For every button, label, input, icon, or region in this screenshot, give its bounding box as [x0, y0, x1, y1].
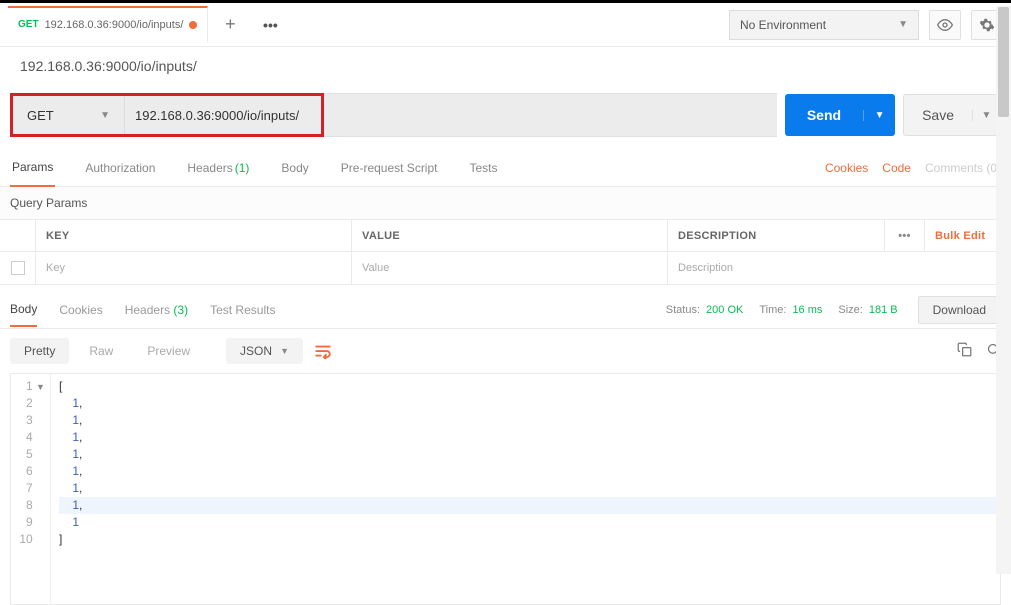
line-number-gutter: 1 ▼2 3 4 5 6 7 8 9 10 [11, 374, 51, 604]
table-input-row: Key Value Description [0, 252, 1011, 284]
eye-icon [937, 17, 953, 33]
environment-quicklook-button[interactable] [929, 10, 961, 40]
tab-title: 192.168.0.36:9000/io/inputs/ [45, 19, 184, 31]
format-select[interactable]: JSON ▼ [226, 338, 303, 364]
resp-tab-headers-label: Headers [125, 303, 170, 317]
tab-method: GET [18, 19, 39, 30]
view-preview[interactable]: Preview [133, 338, 204, 364]
table-header-row: KEY VALUE DESCRIPTION ••• Bulk Edit [0, 220, 1011, 252]
url-input-extension[interactable] [324, 93, 777, 137]
col-checkbox [0, 220, 36, 251]
query-params-heading: Query Params [0, 187, 1011, 219]
status-label: Status: [666, 304, 700, 316]
size-value: 181 B [869, 304, 898, 316]
input-value[interactable]: Value [352, 252, 668, 284]
tab-params[interactable]: Params [10, 150, 55, 187]
unsaved-dot-icon [189, 21, 197, 29]
resp-tab-body[interactable]: Body [10, 302, 37, 327]
vertical-scrollbar[interactable] [996, 6, 1011, 574]
col-key: KEY [36, 220, 352, 251]
download-button[interactable]: Download [918, 296, 1001, 324]
resp-tab-cookies[interactable]: Cookies [59, 303, 102, 317]
tab-options-button[interactable]: ••• [252, 17, 288, 33]
col-description: DESCRIPTION [668, 220, 885, 251]
response-body-code[interactable]: 1 ▼2 3 4 5 6 7 8 9 10 [ 1, 1, 1, 1, 1, 1… [10, 373, 1001, 605]
wrap-icon [314, 343, 332, 359]
time-label: Time: [759, 304, 786, 316]
size-label: Size: [838, 304, 862, 316]
tab-body[interactable]: Body [279, 149, 310, 186]
copy-button[interactable] [957, 342, 972, 360]
col-more-button[interactable]: ••• [885, 220, 925, 251]
tab-headers[interactable]: Headers (1) [185, 149, 251, 186]
chevron-down-icon: ▼ [898, 19, 908, 30]
tab-authorization[interactable]: Authorization [83, 149, 157, 186]
environment-select[interactable]: No Environment ▼ [729, 10, 919, 40]
tab-tests[interactable]: Tests [467, 149, 499, 186]
url-highlight: 192.168.0.36:9000/io/inputs/ [125, 96, 321, 134]
query-params-table: KEY VALUE DESCRIPTION ••• Bulk Edit Key … [0, 219, 1011, 285]
time-value: 16 ms [792, 304, 822, 316]
resp-tab-headers[interactable]: Headers (3) [125, 303, 188, 317]
gear-icon [979, 17, 995, 33]
method-label: GET [27, 108, 54, 123]
input-description[interactable]: Description [668, 252, 1011, 284]
request-title: 192.168.0.36:9000/io/inputs/ [0, 47, 1011, 85]
view-raw[interactable]: Raw [75, 338, 127, 364]
send-label: Send [785, 107, 863, 123]
save-button[interactable]: Save ▼ [903, 94, 1001, 136]
environment-label: No Environment [740, 18, 826, 32]
input-key[interactable]: Key [36, 252, 352, 284]
tab-headers-label: Headers [187, 161, 232, 175]
chevron-down-icon: ▼ [100, 110, 110, 121]
tab-prerequest[interactable]: Pre-request Script [339, 149, 440, 186]
row-checkbox[interactable] [0, 252, 36, 284]
resp-tab-headers-count: (3) [173, 303, 188, 317]
wrap-lines-button[interactable] [309, 343, 337, 359]
format-label: JSON [240, 344, 272, 358]
code-content: [ 1, 1, 1, 1, 1, 1, 1, 1] [51, 374, 1000, 604]
view-pretty[interactable]: Pretty [10, 338, 69, 364]
send-button[interactable]: Send ▼ [785, 94, 895, 136]
resp-tab-testresults[interactable]: Test Results [210, 303, 275, 317]
status-value: 200 OK [706, 304, 743, 316]
copy-icon [957, 342, 972, 357]
chevron-down-icon: ▼ [280, 346, 289, 356]
send-dropdown-toggle[interactable]: ▼ [863, 110, 895, 121]
link-comments[interactable]: Comments (0) [925, 161, 1001, 175]
save-label: Save [904, 107, 972, 123]
add-tab-button[interactable]: + [212, 14, 248, 35]
link-code[interactable]: Code [882, 161, 911, 175]
col-value: VALUE [352, 220, 668, 251]
highlighted-request-box: GET ▼ 192.168.0.36:9000/io/inputs/ [10, 93, 324, 137]
link-cookies[interactable]: Cookies [825, 161, 868, 175]
tab-request[interactable]: GET 192.168.0.36:9000/io/inputs/ [8, 6, 208, 42]
tab-headers-count: (1) [235, 161, 250, 175]
method-select[interactable]: GET ▼ [13, 96, 125, 134]
